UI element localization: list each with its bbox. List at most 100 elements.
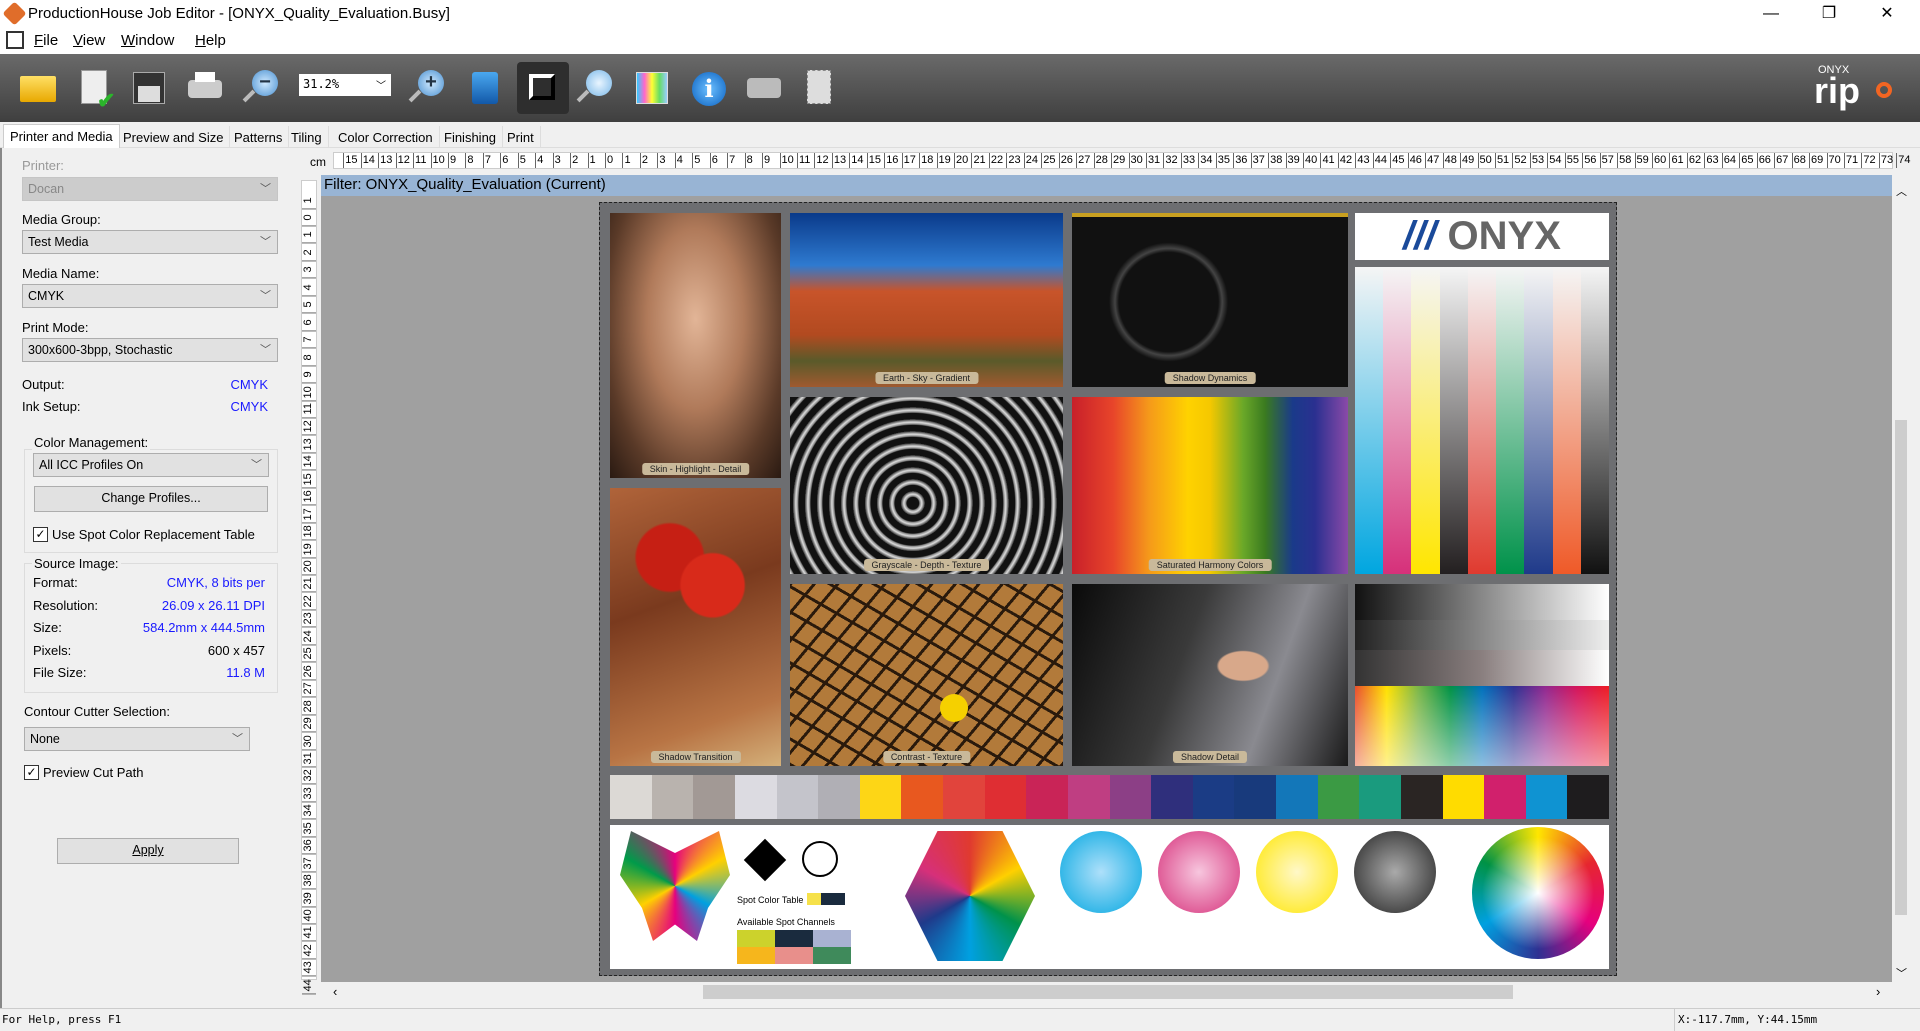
format-value[interactable]: CMYK, 8 bits per: [167, 575, 265, 598]
ruler-tick-label: 32: [302, 767, 316, 785]
size-label: Size:: [33, 620, 62, 635]
ruler-tick-label: 13: [831, 153, 847, 168]
save-icon[interactable]: [127, 66, 171, 110]
ruler-tick-label: 11: [796, 153, 811, 168]
job-properties-icon[interactable]: ✔: [73, 66, 117, 113]
yellow-sphere: [1256, 831, 1338, 913]
tile-settings-icon[interactable]: [797, 66, 841, 110]
scroll-left-icon[interactable]: ‹: [333, 984, 337, 999]
ruler-tick-label: 30: [1128, 153, 1143, 168]
print-icon[interactable]: [183, 66, 227, 110]
ruler-tick-label: 41: [1320, 153, 1335, 168]
color-wheel: [1472, 827, 1604, 959]
menu-file[interactable]: File: [34, 32, 58, 49]
ruler-tick-label: 12: [395, 153, 410, 168]
open-folder-icon[interactable]: [16, 66, 60, 110]
horizontal-scroll-thumb[interactable]: [703, 985, 1513, 999]
color-bars-icon[interactable]: [630, 66, 674, 110]
size-value[interactable]: 584.2mm x 444.5mm: [143, 620, 265, 643]
tab-tiling[interactable]: Tiling: [285, 126, 329, 148]
ruler-tick-label: 1: [622, 153, 631, 168]
color-management-select[interactable]: All ICC Profiles On ﹀: [33, 453, 269, 477]
source-image-info: Format: CMYK, 8 bits per Resolution: 26.09…: [33, 575, 265, 688]
resolution-value[interactable]: 26.09 x 26.11 DPI: [162, 598, 265, 621]
media-group-label: Media Group:: [22, 212, 101, 227]
vertical-scrollbar[interactable]: ︿ ﹀: [1892, 175, 1910, 982]
crop-icon[interactable]: [517, 62, 569, 114]
apply-button[interactable]: Apply: [57, 838, 239, 864]
tab-color-correction[interactable]: Color Correction: [332, 126, 440, 148]
print-page: Skin - Highlight - Detail Shadow Transit…: [599, 202, 1617, 976]
strip-swatch: [693, 775, 735, 819]
zoom-in-icon[interactable]: +: [406, 66, 450, 110]
change-profiles-button[interactable]: Change Profiles...: [34, 486, 268, 512]
ruler-tick-label: 57: [1599, 153, 1614, 168]
tab-finishing[interactable]: Finishing: [438, 126, 504, 148]
spot-color-table-label: Use Spot Color Replacement Table: [52, 527, 255, 542]
info-icon[interactable]: i: [686, 66, 730, 110]
spot-swatch: [737, 947, 775, 964]
preview-icon[interactable]: [464, 66, 508, 110]
restore-button[interactable]: ❐: [1806, 0, 1852, 28]
strip-swatch: [943, 775, 985, 819]
test-targets: Spot Color Table Available Spot Channels: [610, 825, 1609, 969]
window-title: ProductionHouse Job Editor - [ONYX_Quali…: [28, 5, 450, 22]
chevron-down-icon: ﹀: [251, 459, 262, 471]
caption-tomato: Shadow Transition: [650, 751, 741, 763]
menu-view[interactable]: View: [73, 32, 105, 49]
ruler-tick-label: 53: [1529, 153, 1545, 168]
output-value[interactable]: CMYK: [230, 377, 268, 392]
spot-color-table-checkbox[interactable]: ✓: [33, 527, 48, 542]
vertical-scroll-thumb[interactable]: [1895, 420, 1907, 915]
hexagon-color-chart: [905, 831, 1035, 961]
minimize-button[interactable]: —: [1748, 0, 1794, 28]
contour-cutter-select[interactable]: None ﹀: [24, 727, 250, 751]
close-button[interactable]: ✕: [1864, 0, 1910, 28]
print-mode-select[interactable]: 300x600-3bpp, Stochastic ﹀: [22, 338, 278, 362]
ruler-tick-label: 67: [1774, 153, 1789, 168]
strip-swatch: [859, 775, 902, 819]
tab-bar: Printer and Media Preview and Size Patte…: [0, 124, 1920, 149]
ruler-tick-label: 47: [1425, 153, 1440, 168]
scroll-up-icon[interactable]: ︿: [1896, 183, 1907, 199]
ruler-tick-label: 31: [302, 749, 316, 768]
ruler-tick-label: 19: [936, 153, 951, 168]
toolbar: ✔ − 31.2% ﹀ + i ONYX rip: [0, 54, 1920, 122]
contour-cutter-value: None: [30, 732, 60, 746]
ruler-tick-label: 1: [302, 226, 316, 244]
strip-swatch: [1359, 775, 1401, 819]
horizontal-scrollbar[interactable]: ‹ ›: [321, 982, 1892, 1002]
caption-woman: Shadow Detail: [1172, 751, 1248, 763]
tab-print[interactable]: Print: [501, 126, 541, 148]
scroll-down-icon[interactable]: ﹀: [1896, 965, 1907, 981]
zoom-level-select[interactable]: 31.2% ﹀: [299, 74, 391, 96]
menu-window[interactable]: Window: [121, 32, 174, 49]
strip-swatch: [984, 775, 1027, 819]
media-group-select[interactable]: Test Media ﹀: [22, 230, 278, 254]
tab-printer-and-media[interactable]: Printer and Media: [3, 124, 120, 149]
strip-swatch: [1484, 775, 1526, 819]
tab-preview-and-size[interactable]: Preview and Size: [117, 126, 231, 148]
ruler-tick-label: 2: [302, 243, 316, 262]
zoom-out-icon[interactable]: −: [240, 66, 284, 110]
gear-icon: [1876, 82, 1892, 98]
ruler-tick-label: 49: [1460, 153, 1475, 168]
ruler-tick-label: 48: [1442, 153, 1457, 168]
media-name-select[interactable]: CMYK ﹀: [22, 284, 278, 308]
ruler-tick-label: 26: [1058, 153, 1073, 168]
spot-color-swatch: [807, 893, 845, 905]
menu-help[interactable]: Help: [195, 32, 226, 49]
ruler-tick-label: 41: [302, 924, 316, 942]
caption-desert: Earth - Sky - Gradient: [874, 372, 979, 384]
file-size-value[interactable]: 11.8 M: [226, 665, 265, 688]
photo-desert: Earth - Sky - Gradient: [790, 213, 1063, 387]
printer-settings-icon[interactable]: [742, 66, 786, 110]
scroll-right-icon[interactable]: ›: [1876, 984, 1880, 999]
preview-cut-path-checkbox[interactable]: ✓: [24, 765, 39, 780]
ruler-tick-label: 4: [674, 153, 683, 168]
ink-setup-value[interactable]: CMYK: [230, 399, 268, 414]
tab-patterns[interactable]: Patterns: [228, 126, 290, 148]
ruler-tick-label: 44: [1372, 153, 1388, 168]
ruler-tick-label: 38: [302, 872, 316, 890]
zoom-icon[interactable]: [574, 66, 618, 110]
